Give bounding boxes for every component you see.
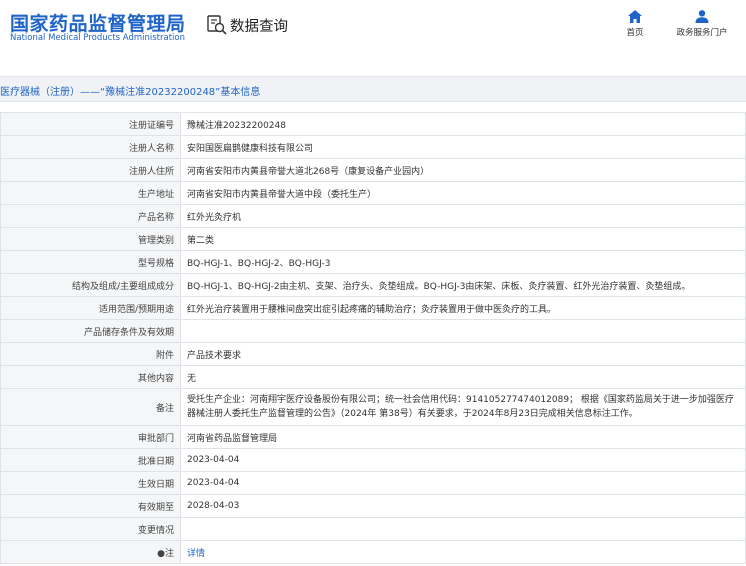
field-label: 附件 bbox=[0, 342, 181, 366]
nav-home-label: 首页 bbox=[626, 28, 644, 38]
table-row: 结构及组成/主要组成成分 BQ-HGJ-1、BQ-HGJ-2由主机、支架、治疗头… bbox=[0, 273, 746, 297]
nav-home-link[interactable]: 首页 bbox=[620, 10, 650, 38]
field-value bbox=[180, 319, 746, 343]
field-label: 产品名称 bbox=[0, 204, 181, 228]
site-logo-en[interactable]: National Medical Products Administration bbox=[10, 33, 185, 43]
field-label: ●注 bbox=[0, 540, 181, 564]
field-label: 其他内容 bbox=[0, 365, 181, 389]
field-label: 注册人名称 bbox=[0, 135, 181, 159]
field-label: 管理类别 bbox=[0, 227, 181, 251]
field-value: BQ-HGJ-1、BQ-HGJ-2由主机、支架、治疗头、灸垫组成。BQ-HGJ-… bbox=[180, 273, 746, 297]
field-label: 生效日期 bbox=[0, 471, 181, 495]
field-value-cell: 详情 bbox=[180, 540, 746, 564]
field-value: 河南省安阳市内黄县帝誉大道中段（委托生产） bbox=[180, 181, 746, 205]
field-value: 2023-04-04 bbox=[180, 448, 746, 472]
home-icon bbox=[620, 10, 650, 23]
field-value: 红外光治疗装置用于腰椎间盘突出症引起疼痛的辅助治疗；灸疗装置用于做中医灸疗的工具… bbox=[180, 296, 746, 320]
table-row: 批准日期 2023-04-04 bbox=[0, 448, 746, 472]
field-label: 审批部门 bbox=[0, 425, 181, 449]
table-row: 注册证编号 豫械注准20232200248 bbox=[0, 112, 746, 136]
table-row: 产品储存条件及有效期 bbox=[0, 319, 746, 343]
page-name-text: 数据查询 bbox=[230, 18, 288, 35]
field-label: 注册证编号 bbox=[0, 112, 181, 136]
field-label: 产品储存条件及有效期 bbox=[0, 319, 181, 343]
field-value: 河南省药品监督管理局 bbox=[180, 425, 746, 449]
site-header: 国家药品监督管理局 National Medical Products Admi… bbox=[0, 0, 746, 62]
table-row: 生效日期 2023-04-04 bbox=[0, 471, 746, 495]
table-row: 其他内容 无 bbox=[0, 365, 746, 389]
field-value: 第二类 bbox=[180, 227, 746, 251]
field-value: 豫械注准20232200248 bbox=[180, 112, 746, 136]
table-row: 注册人名称 安阳国医扁鹊健康科技有限公司 bbox=[0, 135, 746, 159]
record-detail-table: 注册证编号 豫械注准20232200248 注册人名称 安阳国医扁鹊健康科技有限… bbox=[0, 112, 746, 564]
table-row: 产品名称 红外光灸疗机 bbox=[0, 204, 746, 228]
field-value bbox=[180, 517, 746, 541]
field-label: 生产地址 bbox=[0, 181, 181, 205]
table-row: 适用范围/预期用途 红外光治疗装置用于腰椎间盘突出症引起疼痛的辅助治疗；灸疗装置… bbox=[0, 296, 746, 320]
table-row: 管理类别 第二类 bbox=[0, 227, 746, 251]
field-label: 变更情况 bbox=[0, 517, 181, 541]
table-row: 变更情况 bbox=[0, 517, 746, 541]
field-label: 注册人住所 bbox=[0, 158, 181, 182]
field-label: 结构及组成/主要组成成分 bbox=[0, 273, 181, 297]
record-title-bar: 医疗器械（注册）——“豫械注准20232200248”基本信息 bbox=[0, 76, 746, 102]
field-value: 安阳国医扁鹊健康科技有限公司 bbox=[180, 135, 746, 159]
table-row: 有效期至 2028-04-03 bbox=[0, 494, 746, 518]
table-row: 备注 受托生产企业：河南翔宇医疗设备股份有限公司；统一社会信用代码：914105… bbox=[0, 388, 746, 426]
site-logo-cn[interactable]: 国家药品监督管理局 bbox=[10, 9, 186, 36]
nav-service-portal-label: 政务服务门户 bbox=[676, 28, 728, 38]
table-row: 审批部门 河南省药品监督管理局 bbox=[0, 425, 746, 449]
field-value: 2028-04-03 bbox=[180, 494, 746, 518]
field-value: 无 bbox=[180, 365, 746, 389]
field-value: 河南省安阳市内黄县帝誉大道北268号（康复设备产业园内） bbox=[180, 158, 746, 182]
field-label: 批准日期 bbox=[0, 448, 181, 472]
table-row: 附件 产品技术要求 bbox=[0, 342, 746, 366]
field-label: 备注 bbox=[0, 388, 181, 426]
user-icon bbox=[670, 10, 734, 23]
field-label: 型号规格 bbox=[0, 250, 181, 274]
field-value: 产品技术要求 bbox=[180, 342, 746, 366]
table-row: 型号规格 BQ-HGJ-1、BQ-HGJ-2、BQ-HGJ-3 bbox=[0, 250, 746, 274]
field-value: 2023-04-04 bbox=[180, 471, 746, 495]
record-title: 医疗器械（注册）——“豫械注准20232200248”基本信息 bbox=[0, 87, 261, 98]
field-label: 适用范围/预期用途 bbox=[0, 296, 181, 320]
search-document-icon bbox=[206, 14, 228, 36]
detail-link[interactable]: 详情 bbox=[187, 549, 205, 559]
field-label: 有效期至 bbox=[0, 494, 181, 518]
nav-service-portal-link[interactable]: 政务服务门户 bbox=[670, 10, 734, 38]
table-row: 注册人住所 河南省安阳市内黄县帝誉大道北268号（康复设备产业园内） bbox=[0, 158, 746, 182]
table-row: ●注 详情 bbox=[0, 540, 746, 564]
field-value: 受托生产企业：河南翔宇医疗设备股份有限公司；统一社会信用代码：914105277… bbox=[180, 388, 746, 426]
table-row: 生产地址 河南省安阳市内黄县帝誉大道中段（委托生产） bbox=[0, 181, 746, 205]
field-value: BQ-HGJ-1、BQ-HGJ-2、BQ-HGJ-3 bbox=[180, 250, 746, 274]
page-name: 数据查询 bbox=[206, 14, 288, 36]
field-value: 红外光灸疗机 bbox=[180, 204, 746, 228]
